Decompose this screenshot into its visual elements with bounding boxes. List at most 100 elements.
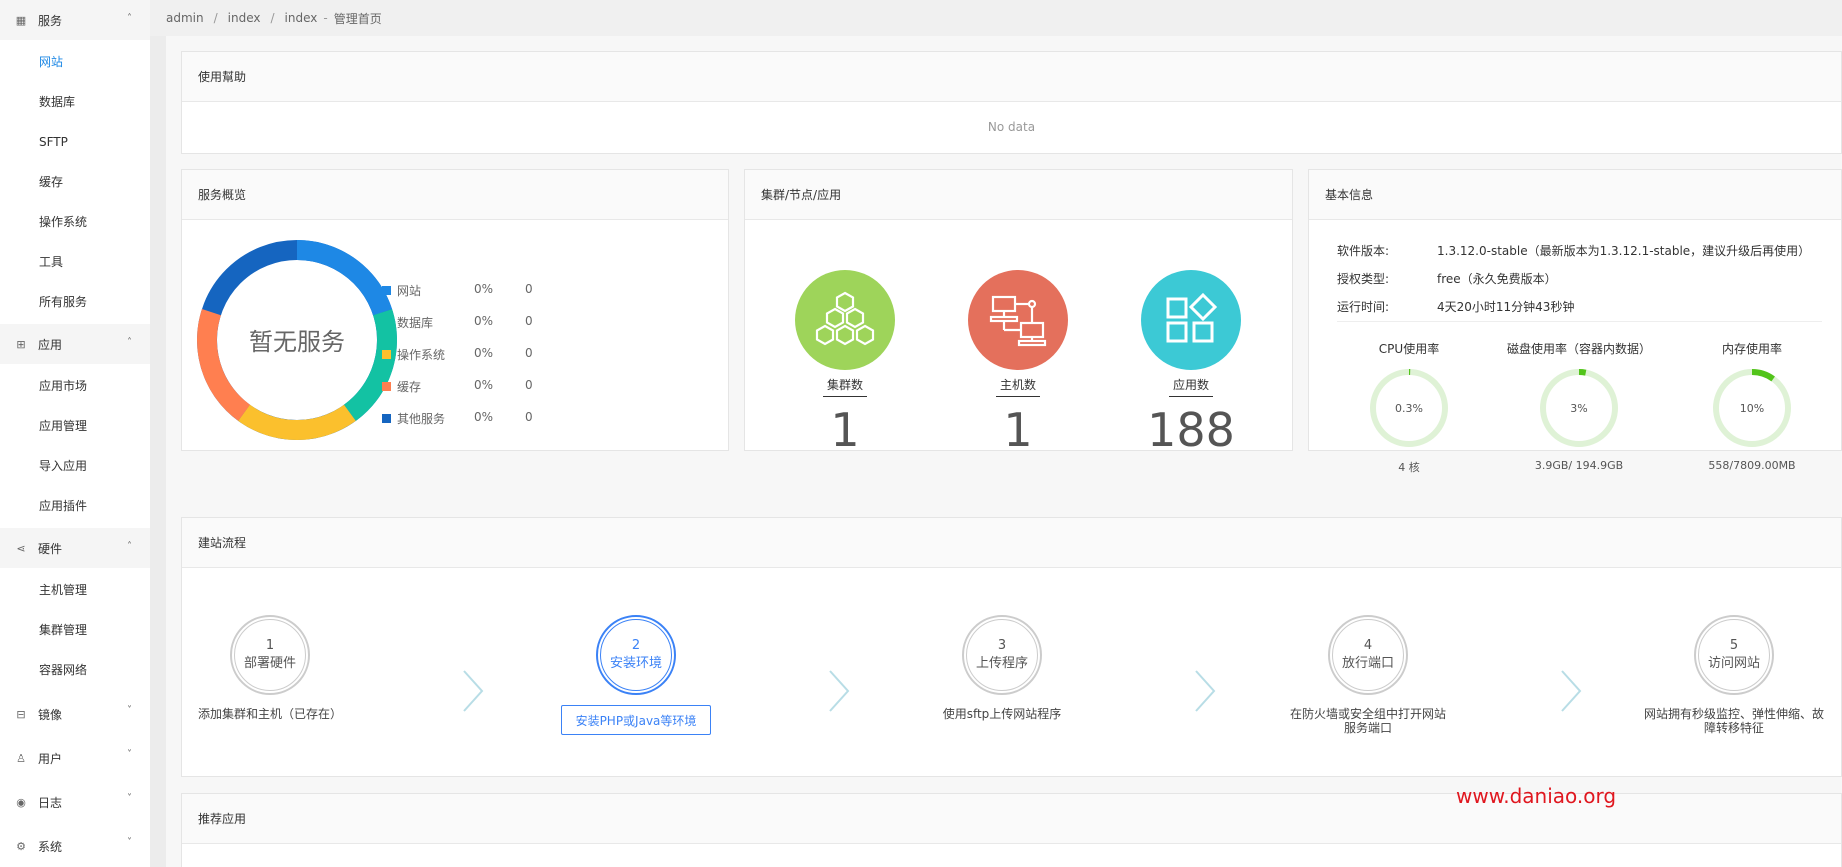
step-circle[interactable]: 2 安装环境: [596, 615, 676, 695]
panel-title: 建站流程: [182, 518, 1841, 568]
info-row-license: 授权类型: free（永久免费版本）: [1337, 270, 1557, 287]
breadcrumb-separator: /: [270, 11, 275, 25]
flow-step-2: 2 安装环境 安装PHP或Java等环境: [536, 615, 736, 735]
sidebar-group-header-logs[interactable]: ◉ 日志 ˅: [0, 780, 150, 824]
sidebar-item-app-plugins[interactable]: 应用插件: [0, 486, 150, 526]
panel-title: 服务概览: [182, 170, 728, 220]
stat-apps[interactable]: 应用数 188: [1131, 270, 1251, 457]
sidebar-group-header-users[interactable]: ♙ 用户 ˅: [0, 736, 150, 780]
apps-grid-icon: [1141, 270, 1241, 370]
flow-step-5: 5 访问网站 网站拥有秒级监控、弹性伸缩、故障转移特征: [1634, 615, 1834, 735]
legend-item[interactable]: 数据库 0% 0: [382, 314, 562, 346]
info-value: free（永久免费版本）: [1437, 272, 1557, 286]
sidebar-item-tools[interactable]: 工具: [0, 242, 150, 282]
step-circle[interactable]: 1 部署硬件: [230, 615, 310, 695]
grid-icon: ▦: [15, 13, 27, 27]
sidebar-group-header-images[interactable]: ⊟ 镜像 ˅: [0, 692, 150, 736]
sidebar-item-app-market[interactable]: 应用市场: [0, 366, 150, 406]
sidebar-group-header-apps[interactable]: ⊞ 应用 ˄: [0, 324, 150, 364]
apps-icon: ⊞: [16, 337, 26, 351]
gauge-value: 0.3%: [1395, 402, 1423, 415]
site-build-flow-panel: 建站流程 1 部署硬件 添加集群和主机（已存在） 2 安装环境 安装PHP或Ja…: [181, 517, 1842, 777]
stat-label: 集群数: [822, 376, 867, 397]
info-key: 授权类型:: [1337, 272, 1390, 286]
legend-item[interactable]: 操作系统 0% 0: [382, 346, 562, 378]
chevron-right-icon: [1195, 670, 1216, 712]
panel-title: 基本信息: [1309, 170, 1841, 220]
sidebar-item-all-services[interactable]: 所有服务: [0, 282, 150, 322]
gauge-footer: 4 核: [1398, 461, 1420, 474]
share-icon: ⋖: [16, 541, 26, 555]
flow-step-3: 3 上传程序 使用sftp上传网站程序: [902, 615, 1102, 721]
step-number: 4: [1363, 638, 1373, 653]
sidebar-group-header-system[interactable]: ⚙ 系统 ˅: [0, 824, 150, 867]
legend-percent: 0%: [474, 282, 494, 296]
chevron-up-icon: ˄: [127, 13, 132, 24]
sidebar-item-database[interactable]: 数据库: [0, 82, 150, 122]
stat-clusters[interactable]: 集群数 1: [785, 270, 905, 457]
stat-value: 1: [830, 403, 860, 457]
step-description: 添加集群和主机（已存在）: [197, 707, 342, 721]
cluster-node-app-panel: 集群/节点/应用 集群数 1 主机数 1 应用数 188: [744, 169, 1293, 457]
legend-swatch: [382, 286, 391, 295]
sidebar-group-label: 应用: [38, 337, 63, 352]
sidebar-group-header-services[interactable]: ▦ 服务 ˄: [0, 0, 150, 40]
breadcrumb-item[interactable]: index: [285, 11, 318, 25]
sidebar-item-app-manage[interactable]: 应用管理: [0, 406, 150, 446]
sidebar-item-os[interactable]: 操作系统: [0, 202, 150, 242]
hexagon-cluster-icon: [795, 270, 895, 370]
legend-item[interactable]: 网站 0% 0: [382, 282, 562, 314]
gauge-footer: 3.9GB/ 194.9GB: [1534, 459, 1624, 472]
sidebar-group-users: ♙ 用户 ˅: [0, 736, 150, 780]
gauge-value: 3%: [1570, 402, 1587, 415]
gauge-title: 内存使用率: [1721, 342, 1782, 356]
chevron-right-icon: [1561, 670, 1582, 712]
sidebar-item-container-network[interactable]: 容器网络: [0, 650, 150, 690]
legend-percent: 0%: [474, 410, 494, 424]
sidebar-group-header-hardware[interactable]: ⋖ 硬件 ˄: [0, 528, 150, 568]
flow-step-4: 4 放行端口 在防火墙或安全组中打开网站服务端口: [1268, 615, 1468, 735]
legend-item[interactable]: 其他服务 0% 0: [382, 410, 562, 442]
flow-step-1: 1 部署硬件 添加集群和主机（已存在）: [170, 615, 370, 721]
sidebar-item-website[interactable]: 网站: [0, 42, 150, 82]
empty-state: No data: [987, 120, 1036, 134]
legend-percent: 0%: [474, 378, 494, 392]
legend-swatch: [382, 318, 391, 327]
stat-label: 应用数: [1168, 376, 1213, 397]
legend-label: 网站: [397, 284, 422, 298]
sidebar-item-clusters[interactable]: 集群管理: [0, 610, 150, 650]
stat-value: 1: [1003, 403, 1033, 457]
legend-item[interactable]: 缓存 0% 0: [382, 378, 562, 410]
sidebar-item-hosts[interactable]: 主机管理: [0, 570, 150, 610]
step-circle[interactable]: 5 访问网站: [1694, 615, 1774, 695]
sidebar-group-images: ⊟ 镜像 ˅: [0, 692, 150, 736]
gauge-value: 10%: [1740, 402, 1764, 415]
chevron-down-icon: ˅: [127, 793, 132, 804]
step-number: 5: [1729, 638, 1739, 653]
sidebar-item-cache[interactable]: 缓存: [0, 162, 150, 202]
service-donut-chart: 暂无服务: [197, 240, 397, 440]
info-value: 4天20小时11分钟43秒钟: [1437, 300, 1575, 314]
gauge-title: CPU使用率: [1378, 342, 1440, 356]
breadcrumb-item[interactable]: index: [228, 11, 261, 25]
sidebar-group-apps: ⊞ 应用 ˄ 应用市场 应用管理 导入应用 应用插件: [0, 324, 150, 528]
breadcrumb-item[interactable]: admin: [166, 11, 204, 25]
basic-info-panel: 基本信息 软件版本: 1.3.12.0-stable（最新版本为1.3.12.1-…: [1308, 169, 1842, 474]
sidebar-group-hardware: ⋖ 硬件 ˄ 主机管理 集群管理 容器网络: [0, 528, 150, 692]
step-circle[interactable]: 3 上传程序: [962, 615, 1042, 695]
sidebar-group-label: 服务: [38, 13, 63, 28]
sidebar: ▦ 服务 ˄ 网站 数据库 SFTP 缓存 操作系统 工具 所有服务 ⊞ 应用 …: [0, 0, 150, 867]
stat-hosts[interactable]: 主机数 1: [958, 270, 1078, 457]
divider: [1337, 321, 1822, 322]
service-overview-panel: 服务概览 暂无服务 网站 0% 0 数据库 0% 0 操作系统 0% 0 缓存 …: [181, 169, 729, 451]
sidebar-item-sftp[interactable]: SFTP: [0, 122, 150, 162]
install-environment-button[interactable]: 安装PHP或Java等环境: [560, 705, 712, 735]
chevron-down-icon: ˅: [127, 705, 132, 716]
step-circle[interactable]: 4 放行端口: [1328, 615, 1408, 695]
stat-label: 主机数: [995, 376, 1040, 397]
step-description: 网站拥有秒级监控、弹性伸缩、故障转移特征: [1644, 707, 1825, 735]
sidebar-group-label: 系统: [38, 839, 63, 854]
gauge-disk: 磁盘使用率（容器内数据） 3% 3.9GB/ 194.9GB: [1499, 340, 1659, 472]
sidebar-item-app-import[interactable]: 导入应用: [0, 446, 150, 486]
donut-legend: 网站 0% 0 数据库 0% 0 操作系统 0% 0 缓存 0% 0 其他服务 …: [382, 282, 562, 442]
